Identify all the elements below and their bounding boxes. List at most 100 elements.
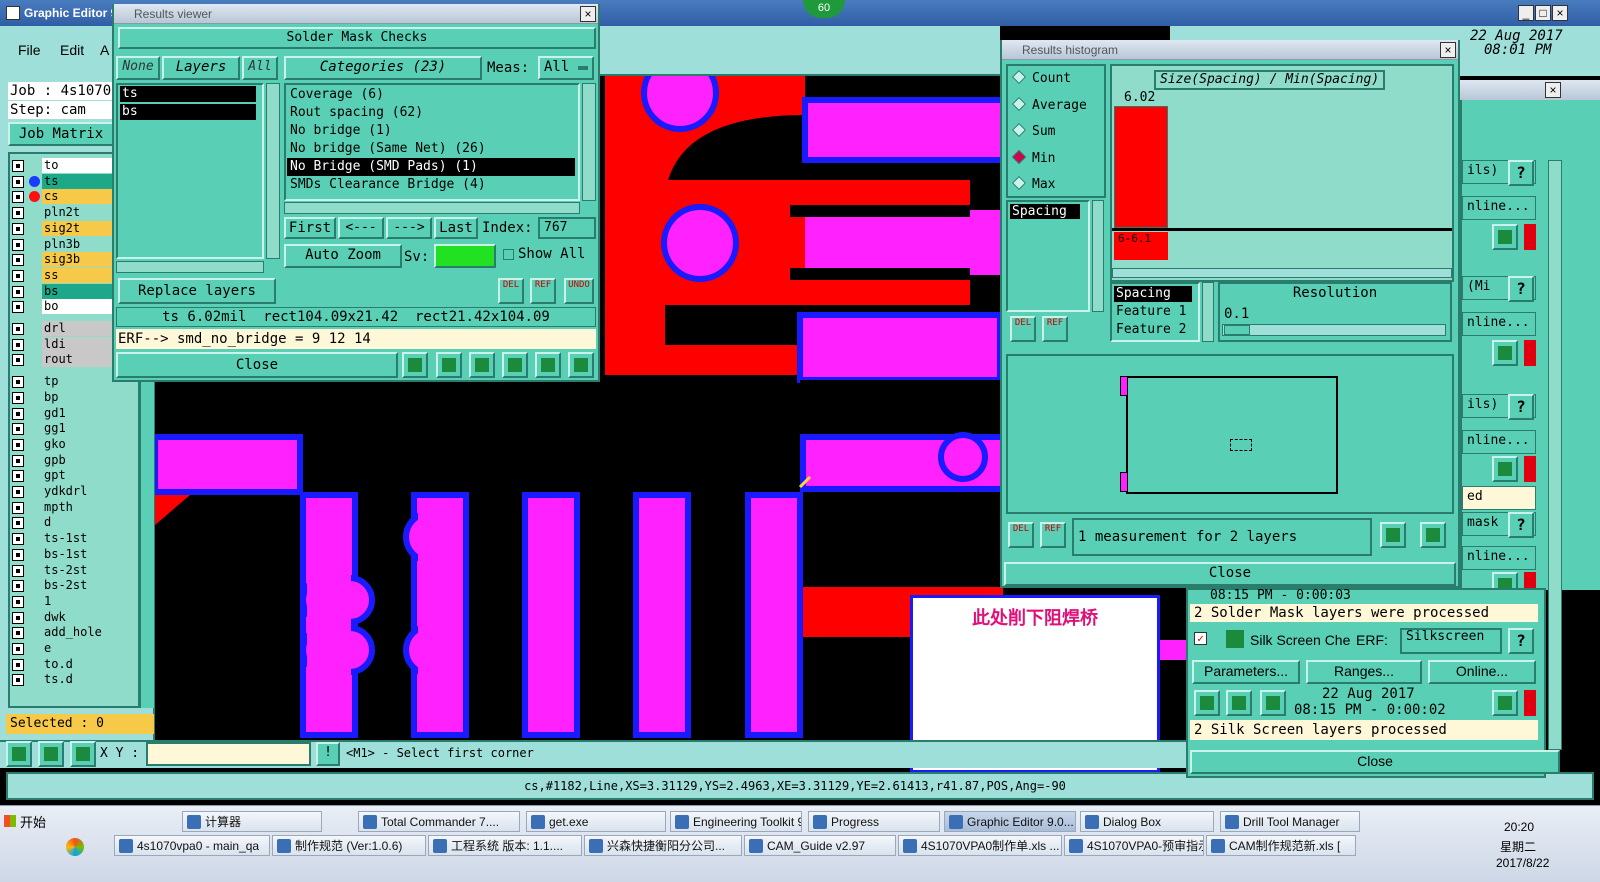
right-row-label[interactable]: nline... xyxy=(1462,546,1536,570)
prev-button[interactable]: <--- xyxy=(338,217,384,239)
layer-checkbox[interactable] xyxy=(12,548,24,561)
layer-checkbox[interactable] xyxy=(12,454,24,467)
layer-row-bs-1st[interactable]: bs-1st xyxy=(12,546,124,563)
layer-row-drl[interactable]: drl xyxy=(12,321,124,337)
taskbar-button[interactable]: Progress xyxy=(808,811,940,832)
layer-checkbox[interactable] xyxy=(12,207,24,220)
index-input[interactable]: 767 xyxy=(538,217,596,239)
taskbar-button[interactable]: 4S1070VPA0-预审指示.... xyxy=(1064,835,1204,856)
layer-row-dwk[interactable]: dwk xyxy=(12,609,124,626)
layer-checkbox[interactable] xyxy=(12,376,24,389)
sv-color-select[interactable] xyxy=(434,244,496,268)
resolution-slider-thumb[interactable] xyxy=(1224,325,1250,335)
layer-checkbox[interactable] xyxy=(12,658,24,671)
histogram-icon[interactable] xyxy=(568,352,594,378)
zoom-result-icon[interactable] xyxy=(1492,224,1518,250)
taskbar-button[interactable]: CAM_Guide v2.97 xyxy=(744,835,896,856)
histogram-spacing-item[interactable]: Spacing xyxy=(1010,204,1080,219)
graph-icon-4[interactable] xyxy=(502,352,528,378)
first-button[interactable]: First xyxy=(284,217,336,239)
layer-row-ldi[interactable]: ldi xyxy=(12,336,124,353)
parameters-button[interactable]: Parameters... xyxy=(1192,660,1300,684)
graph-icon-1[interactable] xyxy=(402,352,428,378)
layer-checkbox[interactable] xyxy=(12,643,24,655)
all-layers-button[interactable]: All xyxy=(242,56,278,80)
layer-row-1[interactable]: 1 xyxy=(12,593,124,610)
right-panel-scrollbar[interactable] xyxy=(1548,160,1562,750)
category-item[interactable]: Rout spacing (62) xyxy=(287,104,575,122)
taskbar-button[interactable]: 4s1070vpa0 - main_qa xyxy=(114,835,270,856)
category-item[interactable]: No Bridge (SMD Pads) (1) xyxy=(287,158,575,176)
layer-checkbox[interactable] xyxy=(12,533,24,546)
right-close-button[interactable]: Close xyxy=(1190,750,1560,774)
layer-checkbox[interactable] xyxy=(12,354,24,367)
layer-checkbox[interactable] xyxy=(12,423,24,436)
layer-checkbox[interactable] xyxy=(12,338,24,351)
layer-row-rout[interactable]: rout xyxy=(12,352,124,368)
minimize-button[interactable]: _ xyxy=(1518,5,1534,21)
layer-row-ss[interactable]: ss xyxy=(12,267,124,284)
layer-item-ts[interactable]: ts xyxy=(120,86,256,102)
layer-row-gpb[interactable]: gpb xyxy=(12,452,124,469)
layer-row-bs-2st[interactable]: bs-2st xyxy=(12,578,124,594)
show-all-checkbox[interactable] xyxy=(503,249,514,260)
zoom-result-icon[interactable] xyxy=(1492,340,1518,366)
layer-checkbox[interactable] xyxy=(12,391,24,404)
silk-value[interactable]: Silkscreen xyxy=(1400,628,1502,654)
right-panel-close-icon[interactable]: × xyxy=(1545,82,1561,98)
export-icon[interactable] xyxy=(1380,522,1406,548)
alert-button[interactable]: ! xyxy=(316,742,340,766)
category-item[interactable]: Coverage (6) xyxy=(287,86,575,104)
layer-row-ts.d[interactable]: ts.d xyxy=(12,672,124,688)
xy-input[interactable] xyxy=(146,742,311,766)
taskbar-button[interactable]: Graphic Editor 9.0... xyxy=(944,811,1076,832)
layer-row-to.d[interactable]: to.d xyxy=(12,656,124,673)
stop-icon[interactable] xyxy=(1260,690,1286,716)
layer-row-ydkdrl[interactable]: ydkdrl xyxy=(12,484,124,500)
layer-checkbox[interactable] xyxy=(12,191,24,204)
layer-checkbox[interactable] xyxy=(12,517,24,530)
snap-tool-icon[interactable] xyxy=(6,741,32,767)
hist-del-button-2[interactable]: DEL xyxy=(1008,522,1034,548)
help-button[interactable]: ? xyxy=(1508,160,1534,186)
last-button[interactable]: Last xyxy=(434,217,478,239)
layer-checkbox[interactable] xyxy=(12,580,24,593)
right-row-label[interactable]: nline... xyxy=(1462,430,1536,454)
zoom-result-icon[interactable] xyxy=(1492,690,1518,716)
menu-file[interactable]: File xyxy=(18,42,41,58)
layer-row-bs[interactable]: bs xyxy=(12,283,124,300)
layer-checkbox[interactable] xyxy=(12,285,24,298)
layers-button[interactable]: Layers xyxy=(162,56,240,80)
right-row-label[interactable]: nline... xyxy=(1462,196,1536,220)
angle-tool-icon[interactable] xyxy=(38,741,64,767)
layer-row-ts-2st[interactable]: ts-2st xyxy=(12,562,124,579)
layer-checkbox[interactable] xyxy=(12,501,24,514)
undo-button[interactable]: UNDO xyxy=(564,278,594,304)
grid-tool-icon[interactable] xyxy=(70,741,96,767)
layer-row-sig3b[interactable]: sig3b xyxy=(12,252,124,268)
layer-row-pln3b[interactable]: pln3b xyxy=(12,236,124,253)
layer-checkbox[interactable] xyxy=(12,438,24,451)
layer-checkbox[interactable] xyxy=(12,222,24,235)
layer-checkbox[interactable] xyxy=(12,470,24,483)
help-button[interactable]: ? xyxy=(1508,394,1534,420)
replace-layers-select[interactable]: Replace layers xyxy=(118,278,276,304)
taskbar-button[interactable]: CAM制作规范新.xls [ xyxy=(1206,835,1356,856)
none-button[interactable]: None xyxy=(116,56,160,80)
layer-checkbox[interactable] xyxy=(12,160,24,172)
layer-list-scrollbar[interactable] xyxy=(266,83,280,259)
layer-checkbox[interactable] xyxy=(12,254,24,267)
ranges-button[interactable]: Ranges... xyxy=(1306,660,1422,684)
layer-checkbox[interactable] xyxy=(12,627,24,640)
field-spacing[interactable]: Spacing xyxy=(1114,286,1192,302)
layer-checkbox[interactable] xyxy=(12,674,24,687)
taskbar-button[interactable]: Engineering Toolkit 9.... xyxy=(670,811,802,832)
layer-row-d[interactable]: d xyxy=(12,515,124,531)
category-hscroll[interactable] xyxy=(284,202,580,214)
taskbar-button[interactable]: get.exe xyxy=(526,811,666,832)
results-viewer-close-icon[interactable]: × xyxy=(580,6,596,22)
silk-help-button[interactable]: ? xyxy=(1508,628,1534,654)
histogram-close-icon[interactable]: × xyxy=(1440,42,1456,58)
job-matrix-button[interactable]: Job Matrix xyxy=(8,122,114,146)
layer-row-e[interactable]: e xyxy=(12,641,124,657)
